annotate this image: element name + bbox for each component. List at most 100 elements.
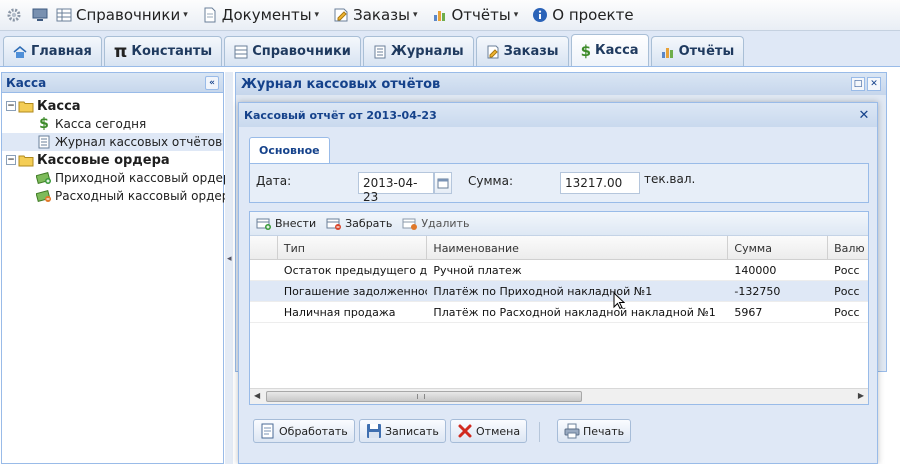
table-row[interactable]: Погашение задолженности Платёж по Приход… (250, 281, 868, 302)
menu-about[interactable]: О проекте (532, 6, 634, 24)
column-header-sum[interactable]: Сумма (728, 236, 829, 260)
collapse-icon[interactable]: − (6, 101, 16, 111)
tree-node-cash-today[interactable]: $ Касса сегодня (2, 115, 223, 133)
sum-cell: 5967 (734, 306, 763, 319)
tab-cash[interactable]: $ Касса (570, 34, 649, 66)
tab-journals-label: Журналы (390, 44, 464, 59)
process-button[interactable]: Обработать (253, 419, 355, 443)
dialog-header: Кассовый отчёт от 2013-04-23 ✕ (239, 103, 877, 127)
type-cell: Погашение задолженности (283, 285, 428, 298)
column-header-name[interactable]: Наименование (427, 236, 729, 260)
tree-node-outgoing-order[interactable]: Расходный кассовый ордер (2, 187, 229, 205)
menu-references[interactable]: Справочники ▾ (56, 6, 188, 24)
journal-window-header: Журнал кассовых отчётов □ ✕ (236, 73, 886, 95)
add-line-button[interactable]: Внести (256, 216, 316, 232)
dialog-footer: Обработать Записать Отмена Печать (249, 419, 869, 447)
table-row[interactable]: Остаток предыдущего д... Ручной платеж 1… (250, 260, 868, 281)
journal-icon (36, 135, 52, 149)
button-separator (539, 422, 540, 442)
take-row-icon (326, 216, 342, 232)
order-icon (486, 45, 500, 59)
mouse-cursor-icon (613, 291, 626, 313)
menu-documents[interactable]: Документы ▾ (202, 6, 319, 24)
column-header-type[interactable]: Тип (278, 236, 428, 260)
chevron-down-icon: ▾ (183, 10, 188, 20)
tab-reports[interactable]: Отчёты (650, 36, 745, 66)
process-label: Обработать (279, 424, 348, 438)
tree-node-label: Журнал кассовых отчётов (55, 135, 223, 149)
scrollbar-thumb[interactable] (266, 391, 582, 402)
scroll-right-icon[interactable]: ▶ (858, 391, 864, 400)
report-form: Дата: 2013-04-23 Сумма: 13217.00 тек.вал… (249, 163, 869, 204)
tab-main[interactable]: Основное (249, 137, 330, 163)
menu-references-label: Справочники (76, 6, 181, 24)
add-row-icon (256, 216, 272, 232)
print-label: Печать (583, 424, 625, 438)
tree-node-incoming-order[interactable]: Приходной кассовый ордер (2, 169, 231, 187)
menu-orders-label: Заказы (353, 6, 410, 24)
maximize-icon[interactable]: □ (851, 77, 865, 91)
folder-icon (18, 99, 34, 113)
chart-icon (432, 7, 448, 23)
take-line-label: Забрать (345, 217, 393, 230)
date-field[interactable]: 2013-04-23 (358, 172, 434, 204)
panel-splitter[interactable]: ◂ (225, 72, 233, 464)
folder-icon (18, 153, 34, 167)
tree-node-cash-orders[interactable]: − Кассовые ордера (2, 151, 223, 169)
menu-reports[interactable]: Отчёты ▾ (432, 6, 519, 24)
dialog-title: Кассовый отчёт от 2013-04-23 (244, 108, 437, 122)
dollar-icon: $ (39, 116, 49, 132)
type-cell: Наличная продажа (283, 306, 396, 319)
take-line-button[interactable]: Забрать (326, 216, 392, 232)
cancel-button[interactable]: Отмена (450, 419, 528, 443)
row-number-cell (250, 302, 278, 323)
menu-orders[interactable]: Заказы ▾ (333, 6, 418, 24)
delete-row-icon (402, 216, 418, 232)
table-row[interactable]: Наличная продажа Платёж по Расходной нак… (250, 302, 868, 323)
column-header-currency[interactable]: Валю (828, 236, 868, 260)
delete-line-button[interactable]: Удалить (402, 216, 469, 232)
tree-node-cash[interactable]: − Касса (2, 97, 223, 115)
type-cell: Остаток предыдущего д... (283, 264, 428, 277)
money-out-icon (36, 189, 52, 203)
tree-node-cash-reports-journal[interactable]: Журнал кассовых отчётов (2, 133, 223, 151)
tab-references[interactable]: Справочники (224, 36, 361, 66)
print-button[interactable]: Печать (557, 419, 632, 443)
close-icon[interactable]: ✕ (856, 107, 872, 123)
save-button[interactable]: Записать (359, 419, 446, 443)
chevron-down-icon: ▾ (412, 10, 418, 20)
menu-reports-label: Отчёты (451, 6, 511, 24)
tab-orders[interactable]: Заказы (475, 36, 569, 66)
collapse-icon[interactable]: − (6, 155, 16, 165)
sum-label: Сумма: (468, 174, 513, 188)
calendar-icon[interactable] (434, 172, 452, 194)
tab-journals[interactable]: Журналы (362, 36, 474, 66)
grid-icon (56, 7, 72, 23)
tree-node-label: Касса сегодня (55, 117, 147, 131)
tab-constants[interactable]: π Константы (103, 36, 223, 66)
add-line-label: Внести (275, 217, 317, 230)
sum-field[interactable]: 13217.00 (560, 172, 640, 194)
splitter-arrow-icon[interactable]: ◂ (227, 254, 232, 264)
monitor-icon[interactable] (30, 5, 50, 25)
close-icon[interactable]: ✕ (867, 77, 881, 91)
cash-report-dialog: Кассовый отчёт от 2013-04-23 ✕ Основное … (238, 102, 878, 464)
main-tab-strip: Главная π Константы Справочники Журналы … (0, 31, 900, 67)
process-icon (260, 423, 276, 439)
menu-about-label: О проекте (552, 6, 634, 24)
tab-home[interactable]: Главная (3, 36, 102, 66)
settings-icon[interactable] (4, 5, 24, 25)
scroll-left-icon[interactable]: ◀ (254, 391, 260, 400)
tab-orders-label: Заказы (503, 44, 559, 59)
sum-cell: 140000 (734, 264, 777, 277)
currency-cell: Росс (834, 306, 860, 319)
cancel-label: Отмена (476, 424, 521, 438)
sum-cell: -132750 (734, 285, 781, 298)
order-icon (333, 7, 349, 23)
chevron-down-icon: ▾ (513, 10, 519, 20)
collapse-panel-button[interactable]: « (205, 75, 219, 90)
row-number-cell (250, 281, 278, 302)
horizontal-scrollbar[interactable]: ◀ ▶ (250, 388, 868, 404)
date-label: Дата: (256, 174, 292, 188)
info-icon (532, 7, 548, 23)
